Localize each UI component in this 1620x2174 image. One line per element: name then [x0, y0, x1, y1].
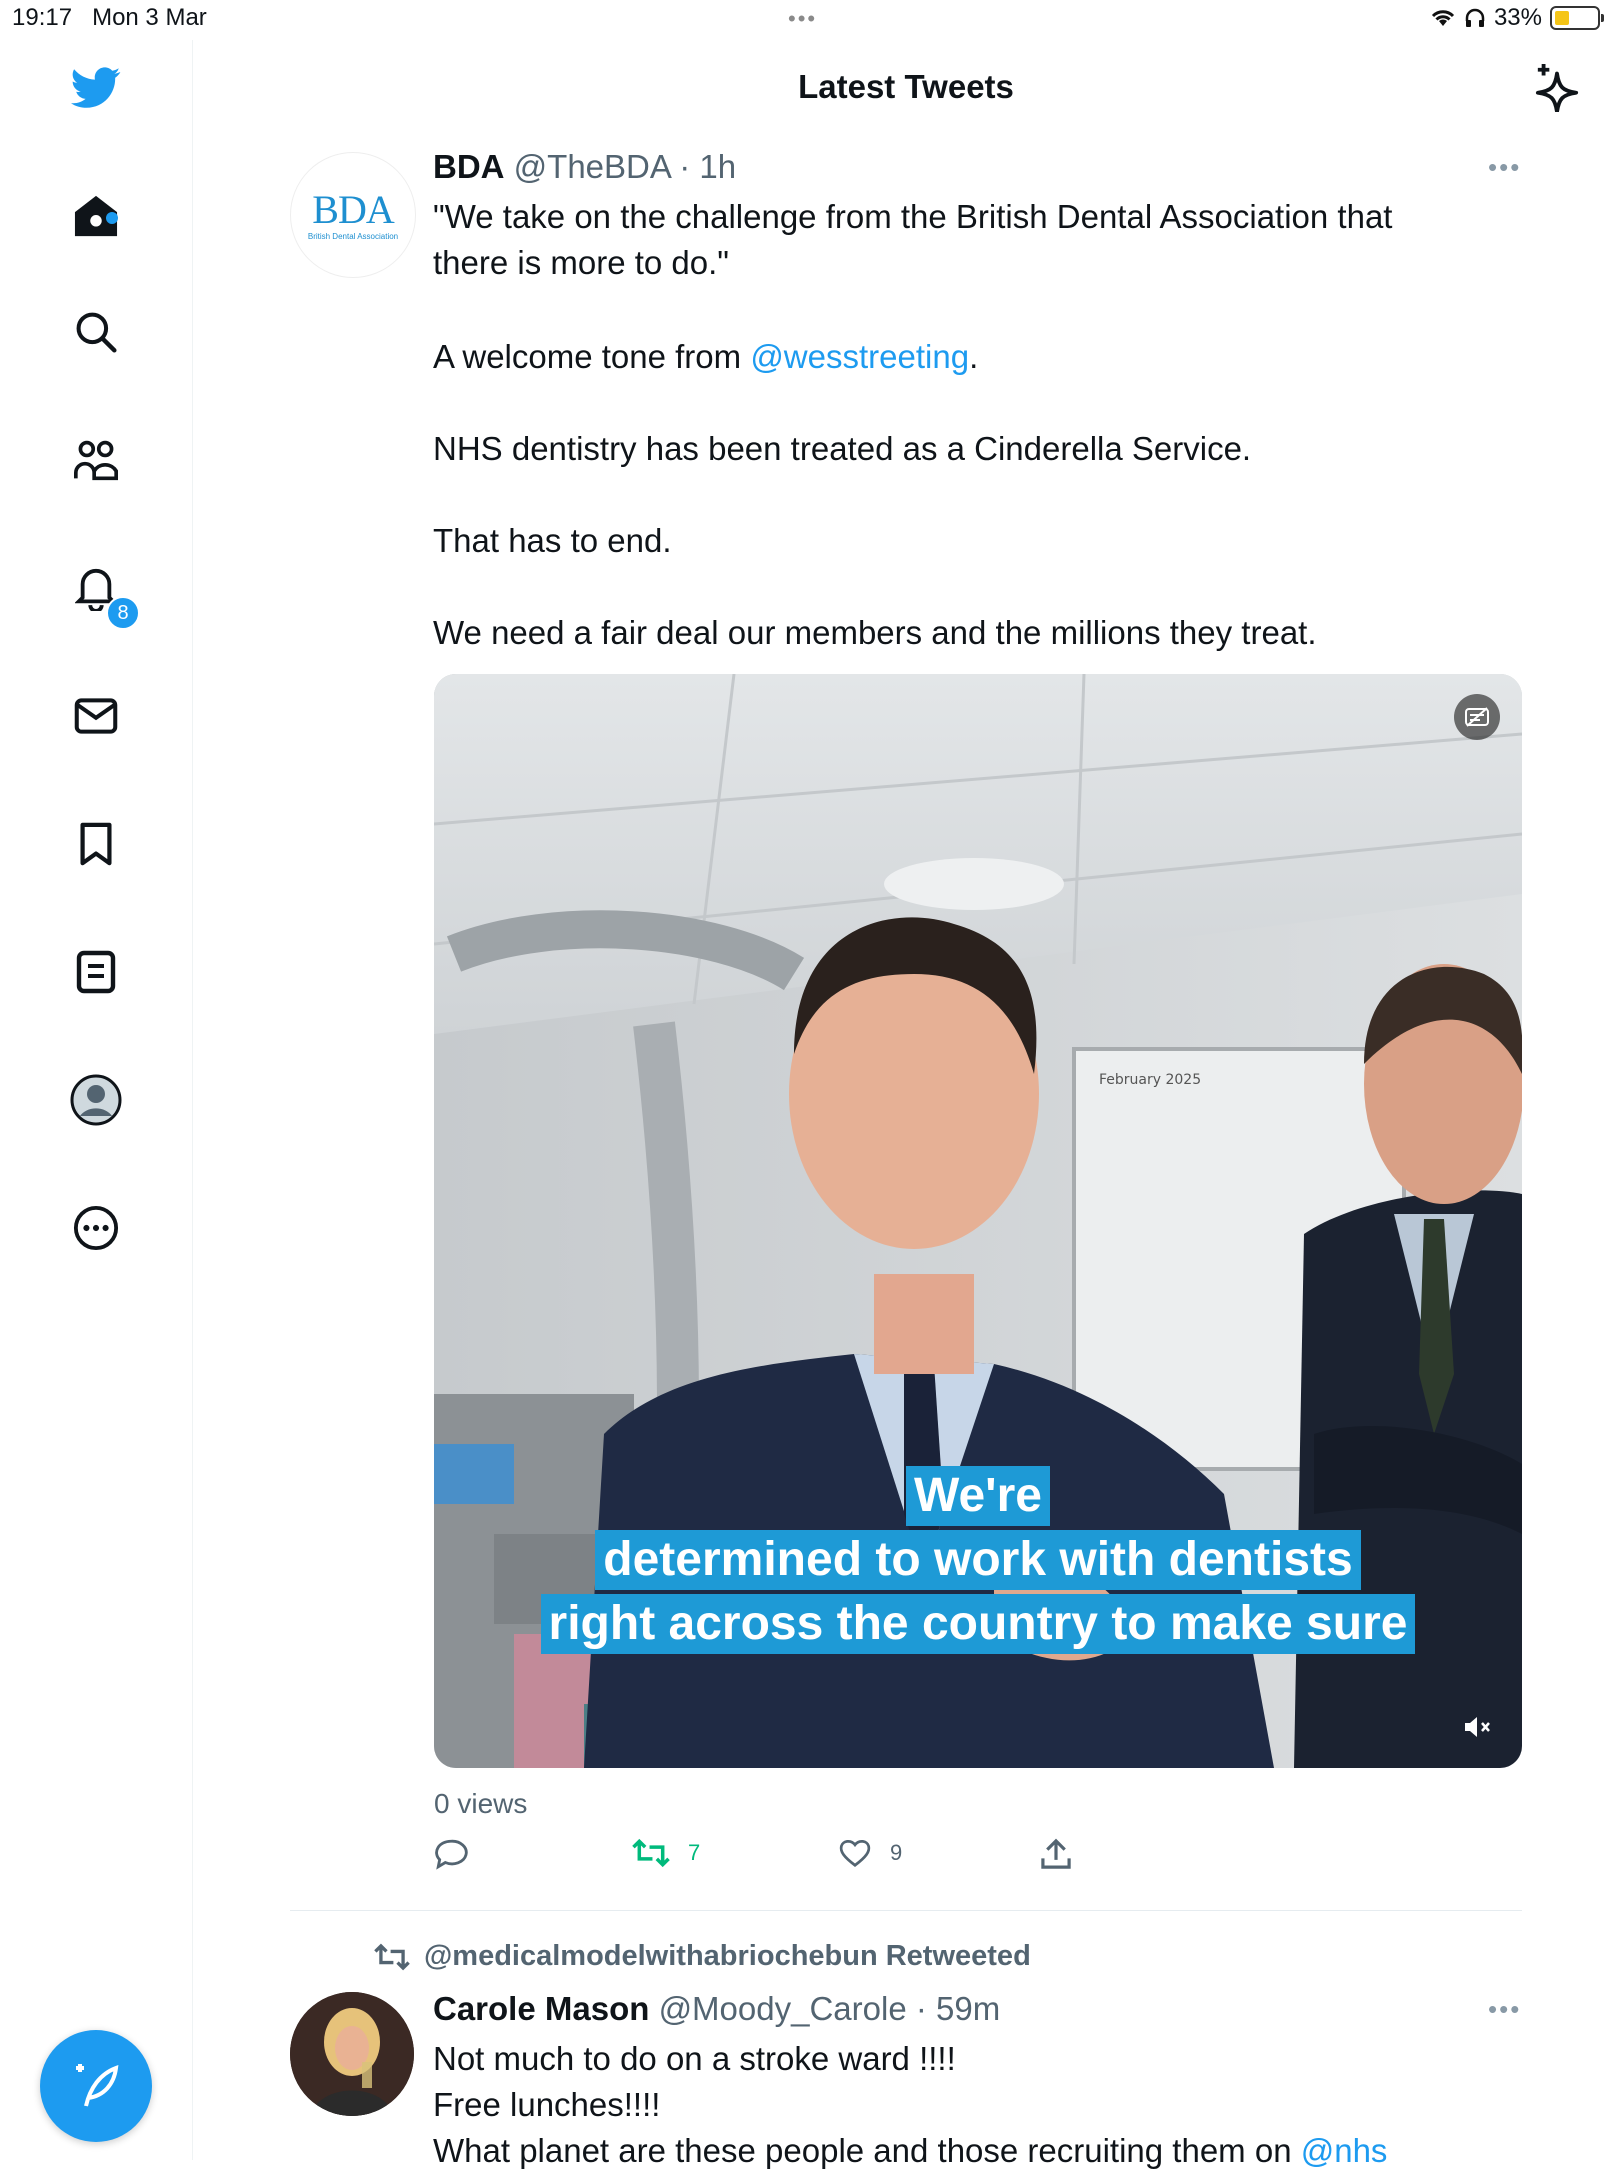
- tweet-text-para3: NHS dentistry has been treated as a Cind…: [433, 430, 1252, 467]
- tweet2-text: Not much to do on a stroke ward !!!! Fre…: [433, 2040, 1388, 2169]
- tweet-avatar-carole[interactable]: [290, 1992, 414, 2116]
- like-button[interactable]: 9: [838, 1838, 902, 1868]
- lists-icon[interactable]: [70, 946, 122, 998]
- author-handle[interactable]: @Moody_Carole: [659, 1990, 907, 2027]
- video-caption-line1: We're: [434, 1466, 1522, 1526]
- bda-logo-subtext: British Dental Association: [307, 231, 399, 241]
- status-right: 33%: [1430, 4, 1604, 32]
- mention-link[interactable]: @nhs: [1301, 2132, 1388, 2169]
- communities-icon[interactable]: [70, 434, 122, 486]
- notifications-badge: 8: [106, 596, 140, 630]
- bda-logo-text: BDA: [312, 186, 394, 232]
- tweet-time[interactable]: 1h: [699, 148, 736, 185]
- mute-icon[interactable]: [1454, 1704, 1500, 1750]
- video-caption-line2: determined to work with dentists: [434, 1530, 1522, 1590]
- tweet-avatar-bda[interactable]: BDA British Dental Association: [290, 152, 416, 278]
- retweet-icon: [632, 1838, 670, 1868]
- sidebar-nav: 8: [0, 40, 193, 2160]
- reply-button[interactable]: [434, 1838, 468, 1870]
- battery-percent: 33%: [1493, 4, 1542, 31]
- heart-icon: [839, 1840, 871, 1867]
- home-unread-dot: [106, 212, 118, 224]
- multitask-dots[interactable]: •••: [788, 6, 817, 32]
- messages-mail-icon[interactable]: [70, 690, 122, 742]
- bookmark-icon[interactable]: [70, 818, 122, 870]
- tweet-text-para2: A welcome tone from @wesstreeting.: [433, 338, 979, 375]
- author-name[interactable]: BDA: [433, 148, 505, 185]
- retweet-count: 7: [688, 1840, 701, 1865]
- compose-feather-icon: [76, 2064, 119, 2107]
- tweet-header: BDA @TheBDA · 1h: [433, 148, 737, 185]
- compose-tweet-button[interactable]: [40, 2030, 152, 2142]
- like-count: 9: [890, 1840, 903, 1865]
- sparkle-timeline-icon[interactable]: [1534, 62, 1580, 117]
- tweet-time[interactable]: 59m: [936, 1990, 1000, 2027]
- tweet-text-para1: "We take on the challenge from the Briti…: [433, 198, 1393, 281]
- reply-icon: [435, 1839, 468, 1870]
- tweet-text-para5: We need a fair deal our members and the …: [433, 614, 1317, 651]
- profile-avatar-icon[interactable]: [70, 1074, 122, 1126]
- author-name[interactable]: Carole Mason: [433, 1990, 649, 2027]
- video-caption-line3: right across the country to make sure: [434, 1594, 1522, 1654]
- twitter-logo-icon[interactable]: [70, 62, 122, 114]
- page-title: Latest Tweets: [798, 68, 1014, 105]
- status-time-date: 19:17 Mon 3 Mar: [12, 4, 207, 31]
- more-options-icon[interactable]: [70, 1202, 122, 1254]
- wifi-icon: [1431, 10, 1455, 26]
- captions-toggle-icon[interactable]: [1454, 694, 1500, 740]
- tweet2-header: Carole Mason @Moody_Carole · 59m: [433, 1990, 1001, 2027]
- share-icon: [1041, 1838, 1071, 1869]
- tweet2-more-button[interactable]: •••: [1488, 1994, 1521, 2025]
- whiteboard-text: February 2025: [1099, 1072, 1201, 1088]
- tweet-more-button[interactable]: •••: [1488, 152, 1521, 183]
- battery-icon: [1550, 6, 1604, 30]
- mention-link[interactable]: @wesstreeting: [750, 338, 969, 375]
- retweet-indicator-icon: [374, 1943, 410, 1970]
- retweet-button[interactable]: 7: [632, 1838, 700, 1868]
- retweeted-by-line[interactable]: @medicalmodelwithabriochebun Retweeted: [374, 1940, 1031, 1973]
- headphones-icon: [1465, 8, 1485, 27]
- tweet-video[interactable]: February 2025 We're determined to work w…: [434, 674, 1522, 1768]
- tweet-divider: [290, 1910, 1522, 1911]
- tweet-text-para4: That has to end.: [433, 522, 672, 559]
- status-bar: 19:17 Mon 3 Mar ••• 33%: [0, 0, 1620, 40]
- views-count: 0 views: [434, 1788, 528, 1819]
- search-icon[interactable]: [70, 306, 122, 358]
- share-button[interactable]: [1040, 1838, 1072, 1870]
- author-handle[interactable]: @TheBDA: [514, 148, 670, 185]
